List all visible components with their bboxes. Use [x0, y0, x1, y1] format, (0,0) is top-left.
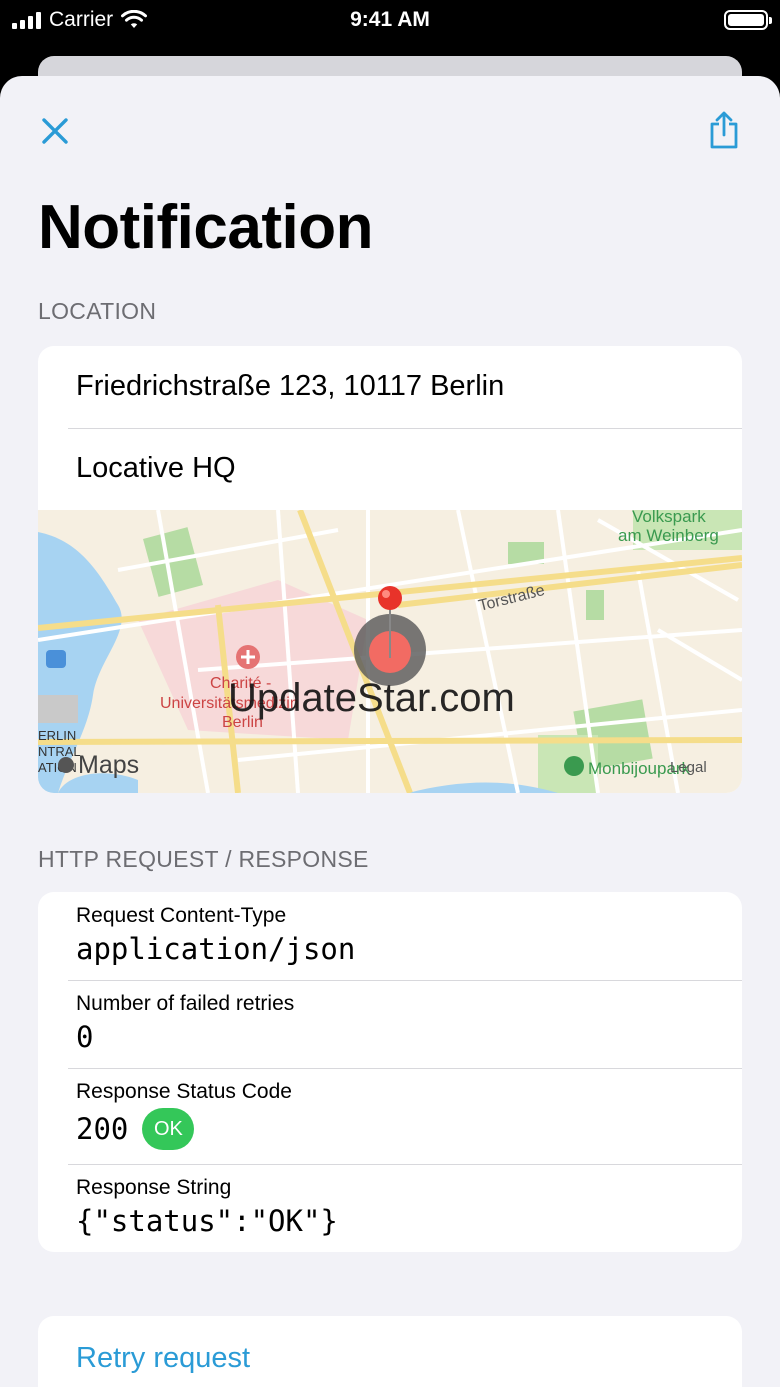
share-button[interactable] [704, 108, 744, 152]
retry-request-button[interactable]: Retry request [38, 1316, 742, 1387]
map-label-torstrasse: Torstraße [477, 582, 547, 615]
map-label-station-2: NTRAL [38, 744, 81, 759]
location-name-text: Locative HQ [76, 452, 236, 484]
response-string-label: Response String [76, 1176, 232, 1199]
maps-logo: Maps [78, 751, 139, 779]
response-string-row: Response String {"status":"OK"} [38, 1164, 742, 1252]
response-string-value: {"status":"OK"} [76, 1204, 338, 1238]
http-group: Request Content-Type application/json Nu… [38, 892, 742, 1252]
map-label-station-1: ERLIN [38, 728, 76, 743]
watermark-text: UpdateStar.com [228, 676, 515, 720]
map-graphic: Volkspark am Weinberg Torstraße Charité … [38, 510, 742, 793]
status-code-label: Response Status Code [76, 1080, 292, 1103]
location-map[interactable]: Volkspark am Weinberg Torstraße Charité … [38, 510, 742, 793]
http-section-header: HTTP REQUEST / RESPONSE [38, 846, 369, 872]
status-ok-badge: OK [142, 1108, 195, 1150]
battery-icon [724, 10, 772, 30]
address-text: Friedrichstraße 123, 10117 Berlin [76, 370, 505, 402]
map-legal-link: Legal [670, 759, 707, 776]
retries-row: Number of failed retries 0 [38, 980, 742, 1068]
notification-sheet: Notification LOCATION Friedrichstraße 12… [0, 76, 780, 1387]
share-icon [710, 111, 738, 149]
status-bar: Carrier 9:41 AM [0, 0, 780, 44]
map-label-weinberg: am Weinberg [618, 526, 719, 545]
retries-value: 0 [76, 1020, 94, 1054]
status-code-row: Response Status Code 200 OK [38, 1068, 742, 1164]
location-group: Friedrichstraße 123, 10117 Berlin Locati… [38, 346, 742, 793]
status-code-value: 200 [76, 1112, 129, 1146]
location-name-row: Locative HQ [38, 428, 742, 510]
location-section-header: LOCATION [38, 298, 157, 324]
content-type-label: Request Content-Type [76, 904, 287, 927]
close-button[interactable] [36, 112, 74, 150]
page-title: Notification [38, 193, 373, 262]
content-type-row: Request Content-Type application/json [38, 892, 742, 980]
retries-label: Number of failed retries [76, 992, 295, 1015]
address-row: Friedrichstraße 123, 10117 Berlin [38, 346, 742, 428]
map-label-volkspark: Volkspark [632, 510, 706, 526]
close-icon [42, 118, 68, 144]
content-type-value: application/json [76, 932, 356, 966]
status-time: 9:41 AM [350, 8, 430, 31]
